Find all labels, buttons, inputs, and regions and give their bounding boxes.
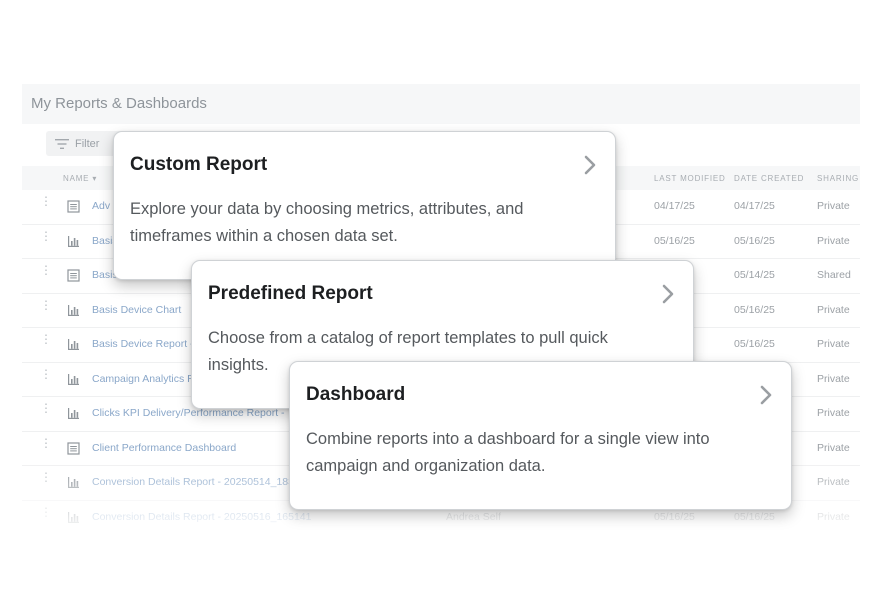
bar-chart-icon [67,511,80,524]
report-doc-icon [67,200,80,213]
row-menu-icon[interactable]: ⋮ [40,230,52,242]
column-sharing[interactable]: SHARING [817,174,859,183]
sharing-cell: Private [817,200,850,212]
row-menu-icon[interactable]: ⋮ [40,299,52,311]
bar-chart-icon [67,407,80,420]
card-title: Predefined Report [208,283,373,304]
row-menu-icon[interactable]: ⋮ [40,437,52,449]
report-name-link[interactable]: Campaign Analytics R [92,373,195,385]
sharing-cell: Private [817,510,850,523]
sharing-cell: Private [817,407,850,419]
report-owner: Andrea Self [446,510,501,523]
filter-icon [55,138,69,149]
report-name-link[interactable]: Client Performance Dashboard [92,442,236,454]
sharing-cell: Shared [817,269,851,281]
sharing-cell: Private [817,303,850,316]
filter-label: Filter [75,137,100,150]
report-doc-icon [67,269,80,282]
row-menu-icon[interactable]: ⋮ [40,471,52,483]
sharing-cell: Private [817,234,850,247]
row-menu-icon[interactable]: ⋮ [40,506,52,518]
custom-report-card[interactable]: Custom Report Explore your data by choos… [113,131,616,280]
bar-chart-icon [67,373,80,386]
last-modified-cell: 05/16/25 [654,234,695,247]
date-created-cell: 05/16/25 [734,303,775,316]
row-menu-icon[interactable]: ⋮ [40,195,52,207]
report-name-link[interactable]: Basis Device Chart [92,304,181,316]
column-name[interactable]: NAME ▾ [63,174,97,183]
column-date-created[interactable]: DATE CREATED [734,174,804,183]
date-created-cell: 05/16/25 [734,510,775,523]
bar-chart-icon [67,476,80,489]
row-menu-icon[interactable]: ⋮ [40,368,52,380]
report-name-link[interactable]: Conversion Details Report - 20250516_165… [92,511,311,523]
panel-header: My Reports & Dashboards [22,84,860,124]
chevron-right-icon [662,284,674,304]
dashboard-card[interactable]: Dashboard Combine reports into a dashboa… [289,361,792,510]
card-title: Custom Report [130,154,268,175]
card-description: Combine reports into a dashboard for a s… [306,430,710,475]
sharing-cell: Private [817,372,850,385]
date-created-cell: 04/17/25 [734,200,775,212]
last-modified-cell: 04/17/25 [654,200,695,212]
bar-chart-icon [67,235,80,248]
page-title: My Reports & Dashboards [31,95,207,112]
bar-chart-icon [67,304,80,317]
chevron-right-icon [760,385,772,405]
chevron-right-icon [584,155,596,175]
sharing-cell: Private [817,476,850,488]
report-name-link[interactable]: Adv [92,200,110,212]
report-name-link[interactable]: Basis Device Report - [92,338,194,350]
report-doc-icon [67,441,80,455]
date-created-cell: 05/16/25 [734,234,775,247]
sharing-cell: Private [817,338,850,350]
row-menu-icon[interactable]: ⋮ [40,264,52,276]
row-menu-icon[interactable]: ⋮ [40,402,52,414]
card-title: Dashboard [306,384,406,405]
bar-chart-icon [67,338,80,351]
sort-arrow-icon: ▾ [92,174,98,183]
report-name-link[interactable]: Conversion Details Report - 20250514_183 [92,476,294,488]
date-created-cell: 05/14/25 [734,269,775,281]
card-description: Explore your data by choosing metrics, a… [130,200,524,245]
row-menu-icon[interactable]: ⋮ [40,333,52,345]
date-created-cell: 05/16/25 [734,338,775,350]
last-modified-cell: 05/16/25 [654,510,695,523]
column-last-modified[interactable]: LAST MODIFIED [654,174,726,183]
sharing-cell: Private [817,441,850,454]
